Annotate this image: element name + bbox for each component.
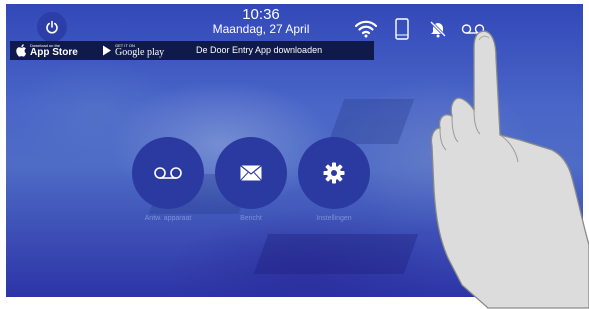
pointing-hand-illustration — [430, 30, 589, 309]
